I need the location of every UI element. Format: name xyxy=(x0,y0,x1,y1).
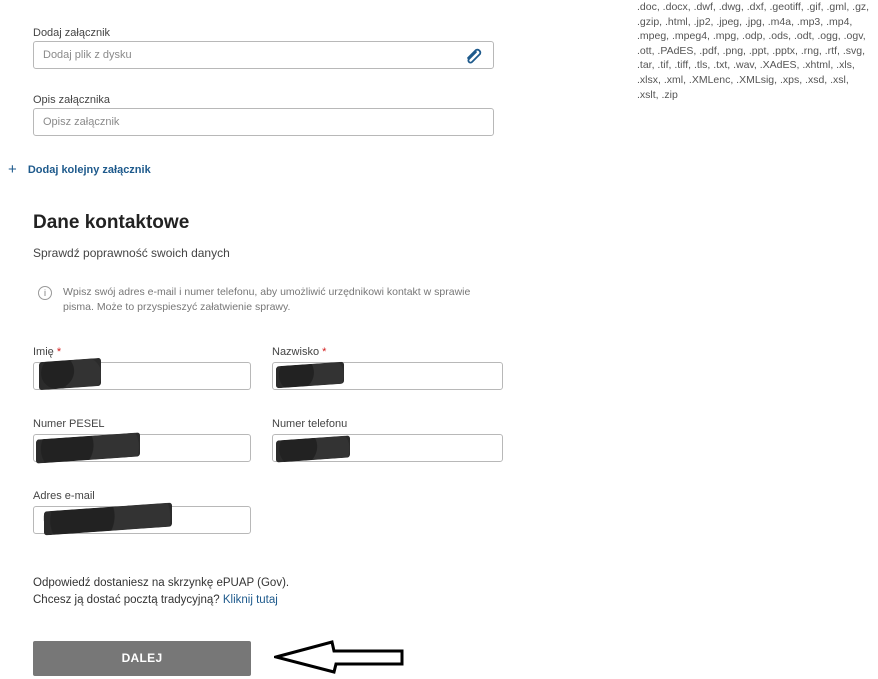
phone-label: Numer telefonu xyxy=(272,418,348,430)
add-another-attachment-label[interactable]: Dodaj kolejny załącznik xyxy=(28,164,151,176)
traditional-mail-link[interactable]: Kliknij tutaj xyxy=(223,594,278,606)
attachment-description-field[interactable] xyxy=(33,108,494,136)
redaction-mark xyxy=(39,357,101,391)
attachment-description-label: Opis załącznika xyxy=(33,94,111,106)
contact-heading: Dane kontaktowe xyxy=(33,212,190,233)
delivery-line-2-text: Chcesz ją dostać pocztą tradycyjną? xyxy=(33,594,220,606)
first-name-label: Imię * xyxy=(33,346,61,358)
paperclip-icon[interactable] xyxy=(464,46,484,74)
required-mark: * xyxy=(56,346,62,358)
info-icon: i xyxy=(38,286,52,300)
add-another-attachment[interactable]: + Dodaj kolejny załącznik xyxy=(8,161,151,178)
delivery-info: Odpowiedź dostaniesz na skrzynkę ePUAP (… xyxy=(33,575,289,609)
info-line-2: pisma. Może to przyspieszyć załatwienie … xyxy=(63,301,291,313)
attachment-file-placeholder: Dodaj plik z dysku xyxy=(43,49,132,61)
delivery-line-1: Odpowiedź dostaniesz na skrzynkę ePUAP (… xyxy=(33,577,290,589)
allowed-extensions-text: .doc, .docx, .dwf, .dwg, .dxf, .geotiff,… xyxy=(637,1,870,101)
info-box: i Wpisz swój adres e-mail i numer telefo… xyxy=(38,285,508,315)
contact-subheading: Sprawdź poprawność swoich danych xyxy=(33,246,230,260)
email-label: Adres e-mail xyxy=(33,490,95,502)
attachment-label: Dodaj załącznik xyxy=(33,27,111,39)
plus-icon: + xyxy=(8,161,17,178)
required-mark: * xyxy=(322,346,327,358)
last-name-label-text: Nazwisko xyxy=(272,346,320,358)
delivery-line-2: Chcesz ją dostać pocztą tradycyjną? Klik… xyxy=(33,592,289,609)
first-name-label-text: Imię xyxy=(33,346,54,358)
info-line-1: Wpisz swój adres e-mail i numer telefonu… xyxy=(63,286,471,298)
last-name-label: Nazwisko * xyxy=(272,346,326,358)
attachment-file-field[interactable]: Dodaj plik z dysku xyxy=(33,41,494,69)
arrow-left-icon xyxy=(270,640,414,679)
pesel-label: Numer PESEL xyxy=(33,418,105,430)
next-button[interactable]: DALEJ xyxy=(33,641,251,676)
attachment-description-input[interactable] xyxy=(43,109,484,135)
